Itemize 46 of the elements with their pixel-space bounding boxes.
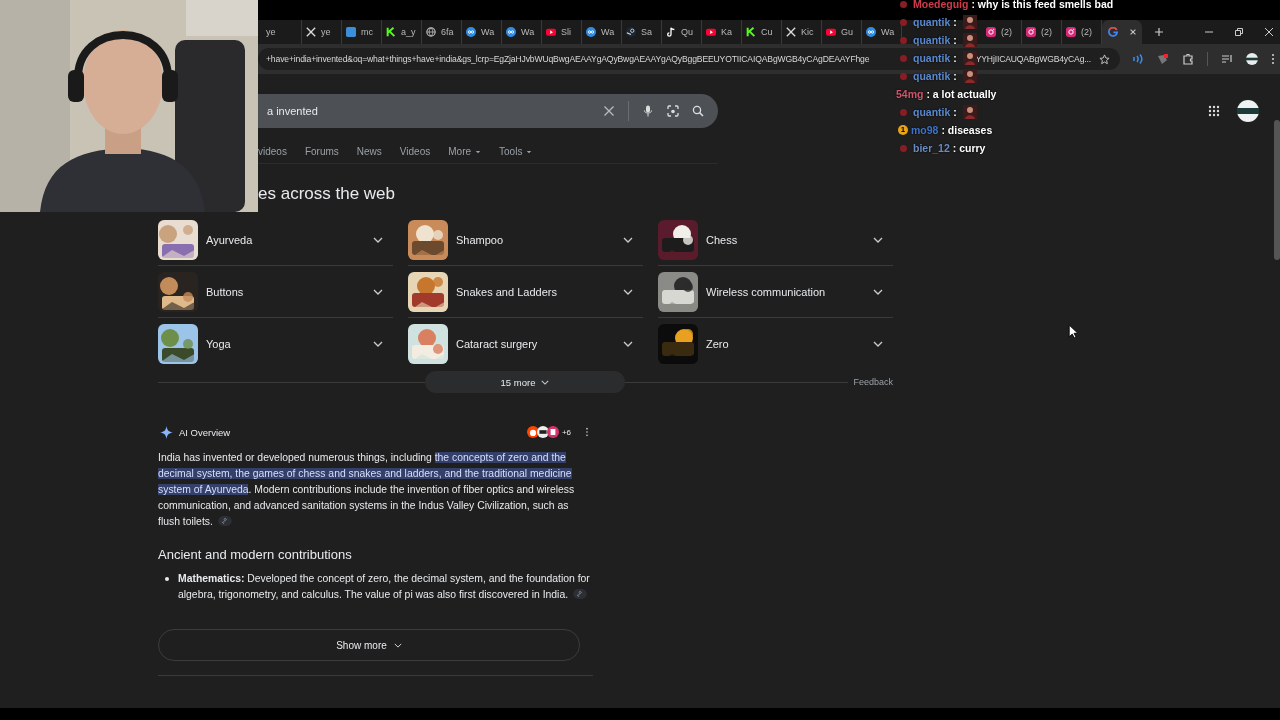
nav-tab[interactable]: Forums <box>304 146 339 157</box>
show-more-button[interactable]: Show more <box>158 629 580 661</box>
chat-message: : <box>953 16 957 28</box>
nav-tab[interactable]: More <box>448 146 482 157</box>
chat-username: quantik <box>913 70 951 82</box>
chat-message: : a lot actually <box>926 88 997 100</box>
url-text: +have+india+invented&oq=what+things+have+india&gs_lcrp=EgZjaHJvbWUqBwgAEAAYgAQyBwgAEAAYgAQyBggBEEUYOTIICAIQABgWGB4yCAgDEAAYFhge <box>266 54 870 64</box>
topic-item[interactable]: Cataract surgery <box>408 318 643 370</box>
topic-item[interactable]: Shampoo <box>408 214 643 266</box>
more-button[interactable]: 15 more <box>425 371 625 393</box>
overview-paragraph: India has invented or developed numerous things, including the concepts of zero and the decimal system, the games of chess and snakes and ladders, and the traditional medicine system of Ayurveda. Modern contributions include the invention of fiber optics and wireless communication, and advanced sanitation systems in the Indus Valley Civilization, such as flush toilets. <box>158 451 576 529</box>
chat-username: Moedeguig <box>913 0 969 10</box>
chat-message: : why is this feed smells bad <box>971 0 1114 10</box>
url-text: YYHjIICAUQABgWGB4yCAg... <box>975 54 1091 64</box>
nav-tab[interactable]: News <box>356 146 382 157</box>
chat-message: : <box>953 52 957 64</box>
bullet-text: Mathematics: Developed the concept of zero, the decimal system, and the foundation for algebra, trigonometry, and calculus. The value of pi was also first discovered in India. <box>178 572 591 602</box>
search-field[interactable]: a invented <box>258 94 718 128</box>
chat-username: 54mg <box>896 88 924 100</box>
subheading: Ancient and modern contributions <box>158 547 353 562</box>
topic-item[interactable]: Yoga <box>158 318 393 370</box>
topic-item[interactable]: Ayurveda <box>158 214 393 266</box>
topic-item[interactable]: Snakes and Ladders <box>408 266 643 318</box>
chat-username: bier_12 <box>913 142 950 154</box>
chat-message: : diseases <box>941 124 993 136</box>
topic-item[interactable]: Buttons <box>158 266 393 318</box>
topic-item[interactable]: Chess <box>658 214 893 266</box>
topic-item[interactable]: Wireless communication <box>658 266 893 318</box>
nav-tab[interactable]: Videos <box>399 146 431 157</box>
feedback-link[interactable]: Feedback <box>853 377 893 387</box>
chat-username: quantik <box>913 34 951 46</box>
chat-username: quantik <box>913 106 951 118</box>
chat-username: quantik <box>913 52 951 64</box>
badge: 1 <box>898 125 908 135</box>
chat-username: quantik <box>913 16 951 28</box>
chat-username: mo98 <box>911 124 939 136</box>
ai-overview-title: AI Overview <box>179 426 231 438</box>
chat-message: : curry <box>952 142 986 154</box>
section-heading: es across the web <box>258 184 396 204</box>
chat-message: : <box>953 70 957 82</box>
topic-item[interactable]: Zero <box>658 318 893 370</box>
nav-tab[interactable]: videos <box>258 146 287 157</box>
source-count[interactable]: +6 <box>561 427 571 437</box>
chat-message: : <box>953 106 957 118</box>
nav-tab[interactable]: Tools <box>499 146 533 157</box>
chat-message: : <box>953 34 957 46</box>
